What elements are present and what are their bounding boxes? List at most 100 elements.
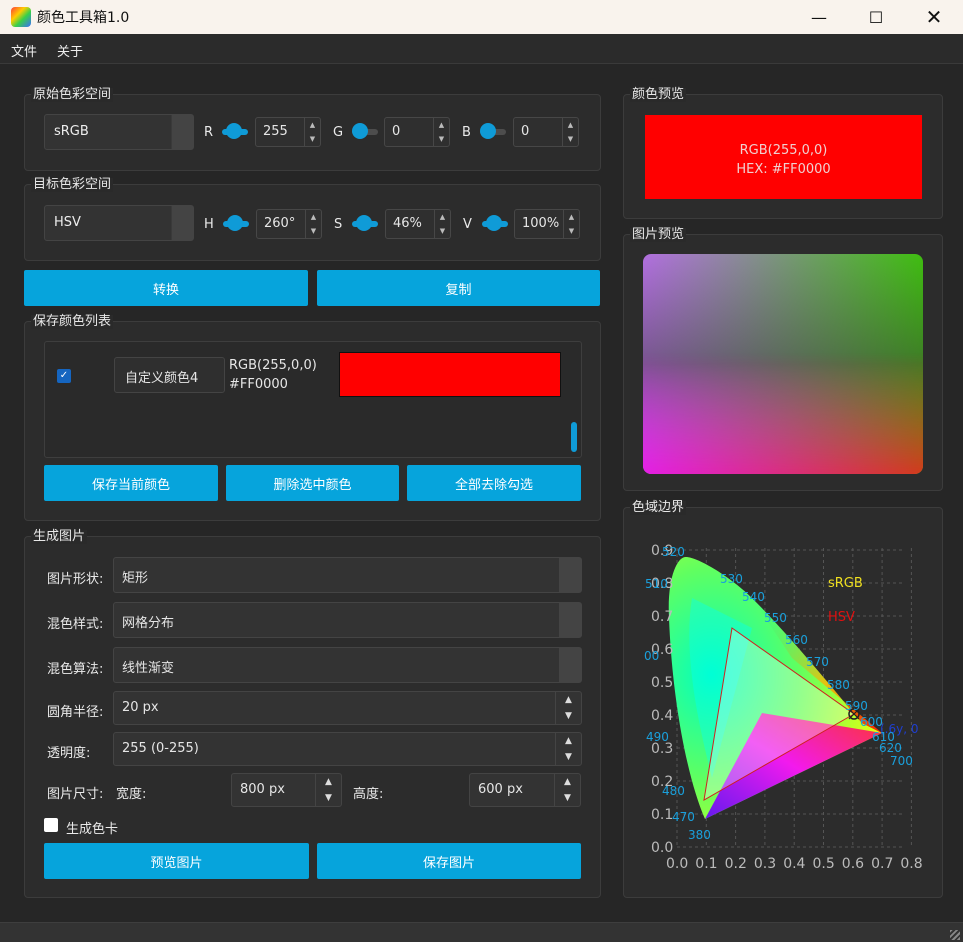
select-value: 矩形 bbox=[122, 571, 149, 586]
channel-spin-v[interactable]: 100% ▲ ▼ bbox=[514, 209, 580, 239]
spin-value: 0 bbox=[521, 124, 530, 139]
group-title: 生成图片 bbox=[31, 529, 88, 544]
status-bar bbox=[0, 922, 963, 942]
image-preview-canvas bbox=[643, 254, 923, 474]
channel-label-g: G bbox=[333, 125, 344, 140]
wavelength-label: 470 bbox=[672, 810, 695, 824]
uncheck-all-button[interactable]: 全部去除勾选 bbox=[407, 465, 581, 501]
group-title: 图片预览 bbox=[630, 227, 687, 242]
spin-value: 255 (0-255) bbox=[122, 741, 199, 756]
wavelength-label: 600 bbox=[860, 715, 883, 729]
item-color-swatch bbox=[339, 352, 561, 397]
spin-value: 46% bbox=[393, 216, 422, 231]
menu-about[interactable]: 关于 bbox=[57, 41, 83, 60]
channel-slider-v[interactable] bbox=[482, 215, 508, 231]
wavelength-label: 480 bbox=[662, 784, 685, 798]
alpha-spinbox[interactable]: 255 (0-255) ▲ ▼ bbox=[113, 732, 582, 766]
x-tick-label: 0.2 bbox=[725, 856, 747, 872]
width-label: 宽度: bbox=[116, 787, 147, 802]
channel-label-h: H bbox=[204, 217, 214, 232]
spin-value: 255 bbox=[263, 124, 288, 139]
menu-file[interactable]: 文件 bbox=[11, 41, 37, 60]
item-name: 自定义颜色4 bbox=[125, 371, 199, 386]
x-tick-label: 0.5 bbox=[813, 856, 835, 872]
channel-spin-b[interactable]: 0 ▲ ▼ bbox=[513, 117, 579, 147]
channel-slider-s[interactable] bbox=[352, 215, 378, 231]
spin-buttons[interactable]: ▲ ▼ bbox=[562, 118, 578, 146]
spin-buttons[interactable]: ▲ ▼ bbox=[555, 733, 581, 765]
algo-select[interactable]: 线性渐变 bbox=[113, 647, 582, 683]
style-label: 混色样式: bbox=[47, 617, 104, 632]
gamut-chart: (.6y, 0 sRGB HSV 0.0 0.1 0.2 0.3 0.4 0.5 0.6 0.… bbox=[644, 543, 923, 872]
width-spinbox[interactable]: 800 px ▲ ▼ bbox=[231, 773, 342, 807]
height-spinbox[interactable]: 600 px ▲ ▼ bbox=[469, 773, 581, 807]
style-select[interactable]: 网格分布 bbox=[113, 602, 582, 638]
y-tick-label: 0.7 bbox=[651, 609, 673, 625]
channel-spin-s[interactable]: 46% ▲ ▼ bbox=[385, 209, 451, 239]
legend-hsv: HSV bbox=[828, 610, 855, 625]
spin-buttons[interactable]: ▲ ▼ bbox=[315, 774, 341, 806]
group-title: 保存颜色列表 bbox=[31, 314, 114, 329]
channel-spin-r[interactable]: 255 ▲ ▼ bbox=[255, 117, 321, 147]
spin-value: 100% bbox=[522, 216, 560, 231]
channel-slider-b[interactable] bbox=[480, 123, 506, 139]
minimize-icon[interactable]: — bbox=[795, 0, 843, 34]
save-current-color-button[interactable]: 保存当前颜色 bbox=[44, 465, 218, 501]
wavelength-label: 550 bbox=[764, 611, 787, 625]
wavelength-label: 00 bbox=[644, 649, 659, 663]
save-image-button[interactable]: 保存图片 bbox=[317, 843, 581, 879]
color-card-checkbox[interactable] bbox=[44, 818, 58, 832]
shape-select[interactable]: 矩形 bbox=[113, 557, 582, 593]
close-icon[interactable]: ✕ bbox=[910, 0, 958, 34]
maximize-icon[interactable]: ☐ bbox=[852, 0, 900, 34]
x-tick-label: 0.8 bbox=[900, 856, 922, 872]
convert-button[interactable]: 转换 bbox=[24, 270, 308, 306]
channel-spin-h[interactable]: 260° ▲ ▼ bbox=[256, 209, 322, 239]
x-tick-label: 0.0 bbox=[666, 856, 688, 872]
item-checkbox[interactable]: ✓ bbox=[57, 369, 71, 383]
select-value: 网格分布 bbox=[122, 616, 175, 631]
item-name-field[interactable]: 自定义颜色4 bbox=[114, 357, 225, 393]
app-icon bbox=[11, 7, 31, 27]
source-space-select[interactable]: sRGB bbox=[44, 114, 194, 150]
image-preview-group: 图片预览 bbox=[623, 228, 943, 491]
dropdown-arrow bbox=[171, 206, 193, 240]
channel-slider-g[interactable] bbox=[352, 123, 378, 139]
channel-slider-r[interactable] bbox=[222, 123, 248, 139]
source-space-group: 原始色彩空间 sRGB R 255 ▲ ▼ G 0 ▲ ▼ B 0 ▲ ▼ bbox=[24, 88, 601, 171]
radius-label: 圆角半径: bbox=[47, 705, 104, 720]
target-space-select[interactable]: HSV bbox=[44, 205, 194, 241]
channel-slider-h[interactable] bbox=[223, 215, 249, 231]
preview-image-button[interactable]: 预览图片 bbox=[44, 843, 309, 879]
title-bar: 颜色工具箱1.0 — ☐ ✕ bbox=[0, 0, 963, 34]
color-card-label: 生成色卡 bbox=[66, 822, 119, 837]
delete-selected-button[interactable]: 删除选中颜色 bbox=[226, 465, 399, 501]
group-title: 色域边界 bbox=[630, 500, 687, 515]
saved-colors-group: 保存颜色列表 ✓ 自定义颜色4 RGB(255,0,0) #FF0000 保存当… bbox=[24, 315, 601, 521]
dropdown-arrow bbox=[171, 115, 193, 149]
window-title: 颜色工具箱1.0 bbox=[37, 10, 130, 26]
spin-buttons[interactable]: ▲ ▼ bbox=[563, 210, 579, 238]
radius-spinbox[interactable]: 20 px ▲ ▼ bbox=[113, 691, 582, 725]
size-label: 图片尺寸: bbox=[47, 787, 104, 802]
channel-spin-g[interactable]: 0 ▲ ▼ bbox=[384, 117, 450, 147]
spin-buttons[interactable]: ▲ ▼ bbox=[304, 118, 320, 146]
wavelength-label: 520 bbox=[662, 545, 685, 559]
channel-label-r: R bbox=[204, 125, 214, 140]
item-rgb: RGB(255,0,0) bbox=[229, 358, 317, 373]
dropdown-arrow bbox=[559, 603, 581, 637]
spin-buttons[interactable]: ▲ ▼ bbox=[555, 692, 581, 724]
generate-image-group: 生成图片 图片形状: 矩形 混色样式: 网格分布 混色算法: 线性渐变 圆角半径… bbox=[24, 530, 601, 898]
saved-colors-list[interactable]: ✓ 自定义颜色4 RGB(255,0,0) #FF0000 bbox=[44, 341, 582, 458]
wavelength-label: 510 bbox=[645, 577, 668, 591]
list-scrollbar[interactable] bbox=[571, 422, 577, 452]
copy-button[interactable]: 复制 bbox=[317, 270, 600, 306]
spin-buttons[interactable]: ▲ ▼ bbox=[434, 210, 450, 238]
spin-buttons[interactable]: ▲ ▼ bbox=[433, 118, 449, 146]
channel-label-v: V bbox=[463, 217, 472, 232]
group-title: 目标色彩空间 bbox=[31, 177, 114, 192]
spin-buttons[interactable]: ▲ ▼ bbox=[554, 774, 580, 806]
resize-grip-icon[interactable] bbox=[950, 930, 960, 940]
y-tick-label: 0.0 bbox=[651, 840, 673, 856]
spin-buttons[interactable]: ▲ ▼ bbox=[305, 210, 321, 238]
